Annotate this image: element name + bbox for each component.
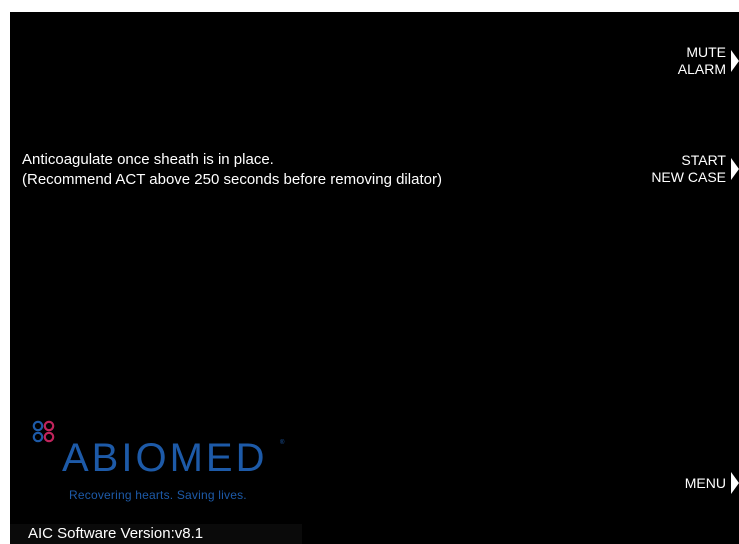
start-new-case-label-line-1: START	[681, 152, 726, 168]
mute-alarm-label-line-1: MUTE	[686, 44, 726, 60]
menu-label: MENU	[685, 475, 726, 492]
instruction-message: Anticoagulate once sheath is in place. (…	[22, 150, 442, 190]
menu-softkey[interactable]: MENU	[685, 472, 739, 494]
arrow-right-icon	[731, 158, 739, 180]
menu-label-text: MENU	[684, 474, 726, 491]
start-new-case-softkey[interactable]: START NEW CASE	[651, 152, 739, 186]
instruction-line-1: Anticoagulate once sheath is in place.	[22, 151, 274, 168]
mute-alarm-label-line-2: ALARM	[677, 61, 726, 77]
mute-alarm-label: MUTE ALARM	[678, 44, 726, 78]
start-new-case-label: START NEW CASE	[651, 152, 726, 186]
arrow-right-icon	[731, 472, 739, 494]
start-new-case-label-line-2: NEW CASE	[651, 169, 726, 185]
registered-mark: ®	[280, 440, 285, 446]
logo-tagline: Recovering hearts. Saving lives.	[69, 488, 247, 502]
arrow-right-icon	[731, 50, 739, 72]
logo-wordmark: ABIOMED	[62, 436, 268, 480]
instruction-line-2: (Recommend ACT above 250 seconds before …	[22, 171, 442, 188]
logo-circles-icon	[32, 420, 55, 443]
aic-console-screen: Anticoagulate once sheath is in place. (…	[10, 12, 739, 544]
abiomed-logo: ABIOMED ® Recovering hearts. Saving live…	[32, 418, 302, 508]
mute-alarm-softkey[interactable]: MUTE ALARM	[678, 44, 739, 78]
software-version: AIC Software Version:v8.1	[10, 524, 302, 544]
